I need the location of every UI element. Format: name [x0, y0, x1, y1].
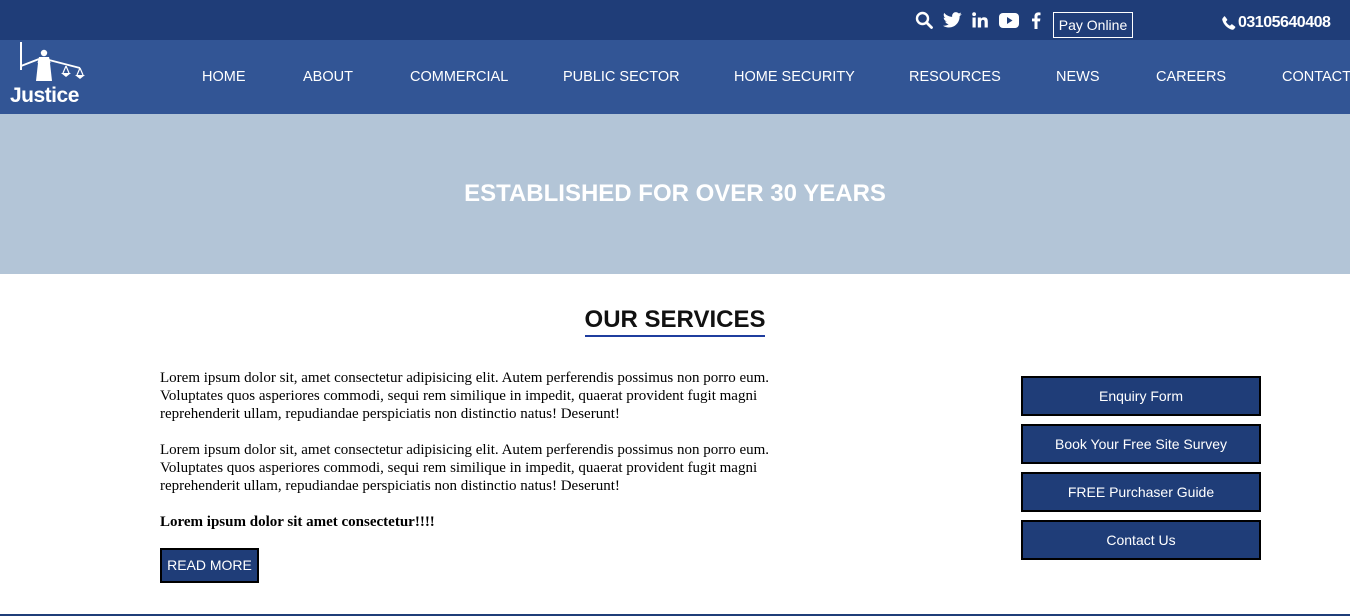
- hero-banner: ESTABLISHED FOR OVER 30 YEARS: [0, 114, 1350, 274]
- main-navbar: Justice HOME ABOUT COMMERCIAL PUBLIC SEC…: [0, 40, 1350, 114]
- services-heading: OUR SERVICES: [0, 306, 1350, 337]
- nav-item-home-security[interactable]: HOME SECURITY: [734, 69, 855, 85]
- twitter-icon[interactable]: [942, 10, 962, 30]
- search-icon[interactable]: [914, 10, 934, 30]
- services-tagline: Lorem ipsum dolor sit amet consectetur!!…: [160, 514, 435, 530]
- services-paragraph: Lorem ipsum dolor sit, amet consectetur …: [160, 370, 770, 422]
- facebook-icon[interactable]: [1026, 10, 1046, 30]
- nav-item-public-sector[interactable]: PUBLIC SECTOR: [563, 69, 680, 85]
- nav-item-news[interactable]: NEWS: [1056, 69, 1100, 85]
- phone-number: 03105640408: [1238, 14, 1331, 31]
- nav-item-careers[interactable]: CAREERS: [1156, 69, 1226, 85]
- contact-us-button[interactable]: Contact Us: [1021, 520, 1261, 560]
- youtube-icon[interactable]: [998, 10, 1020, 30]
- justice-emblem-icon: [20, 42, 85, 81]
- nav-item-contact[interactable]: CONTACT: [1282, 69, 1350, 85]
- site-logo[interactable]: Justice: [8, 40, 96, 112]
- phone-icon: [1222, 16, 1236, 30]
- pay-online-button[interactable]: Pay Online: [1053, 12, 1133, 38]
- nav-item-commercial[interactable]: COMMERCIAL: [410, 69, 508, 85]
- services-title: OUR SERVICES: [584, 306, 766, 337]
- nav-item-about[interactable]: ABOUT: [303, 69, 353, 85]
- read-more-button[interactable]: READ MORE: [160, 548, 259, 583]
- nav-item-resources[interactable]: RESOURCES: [909, 69, 1001, 85]
- nav-item-home[interactable]: HOME: [202, 69, 246, 85]
- services-paragraph: Lorem ipsum dolor sit, amet consectetur …: [160, 442, 770, 494]
- linkedin-icon[interactable]: [970, 10, 990, 30]
- logo-text: Justice: [10, 84, 79, 107]
- purchaser-guide-button[interactable]: FREE Purchaser Guide: [1021, 472, 1261, 512]
- enquiry-form-button[interactable]: Enquiry Form: [1021, 376, 1261, 416]
- hero-title: ESTABLISHED FOR OVER 30 YEARS: [464, 180, 886, 207]
- top-utility-bar: Pay Online 03105640408: [0, 0, 1350, 40]
- phone-contact[interactable]: 03105640408: [1222, 12, 1331, 34]
- book-site-survey-button[interactable]: Book Your Free Site Survey: [1021, 424, 1261, 464]
